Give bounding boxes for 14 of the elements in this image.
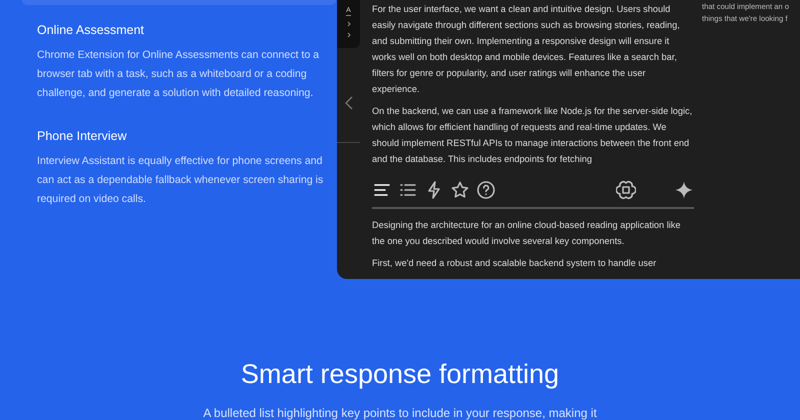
- feature-title: Phone Interview: [37, 129, 128, 143]
- feature-description: Interview Assistant is equally effective for phone screens and can act as a dependable fallback whenever screen sharing is required on video calls.: [37, 154, 324, 207]
- answer-paragraph: Designing the architecture for an online cloud-based reading application like the one you described would involve several key components.: [372, 219, 682, 248]
- section-heading: Smart response formatting: [240, 359, 560, 390]
- section-subtitle: A bulleted list highlighting key points to include in your response, making it: [202, 406, 598, 420]
- feature-title: Online Assessment: [37, 23, 145, 37]
- sparkle-icon[interactable]: [674, 180, 694, 200]
- answer-paragraph: First, we'd need a robust and scalable backend system to handle user: [372, 257, 658, 270]
- answer-paragraph: For the user interface, we want a clean and intuitive design. Users should easily navigate through different sections such as browsing stories, reading, and submitting their own. Implementing a responsive design will ensure it works well on both desktop and mobile devices. Features like a search bar, filters for genre or popularity, and user ratings will enhance the user experience.: [372, 3, 681, 96]
- help-icon[interactable]: [476, 180, 496, 200]
- back-chevron-icon[interactable]: [344, 96, 352, 110]
- star-icon[interactable]: [450, 180, 470, 200]
- feature-description: Chrome Extension for Online Assessments can connect to a browser tab with a task, such as a whiteboard or a coding challenge, and generate a solution with detailed reasoning.: [37, 48, 320, 101]
- answer-paragraph: On the backend, we can use a framework like Node.js for the server-side logic, which allows for efficient handling of requests and real-time updates. We should implement RESTful APIs to manage interactions between the front end and the database. This includes endpoints for fetching: [372, 105, 694, 166]
